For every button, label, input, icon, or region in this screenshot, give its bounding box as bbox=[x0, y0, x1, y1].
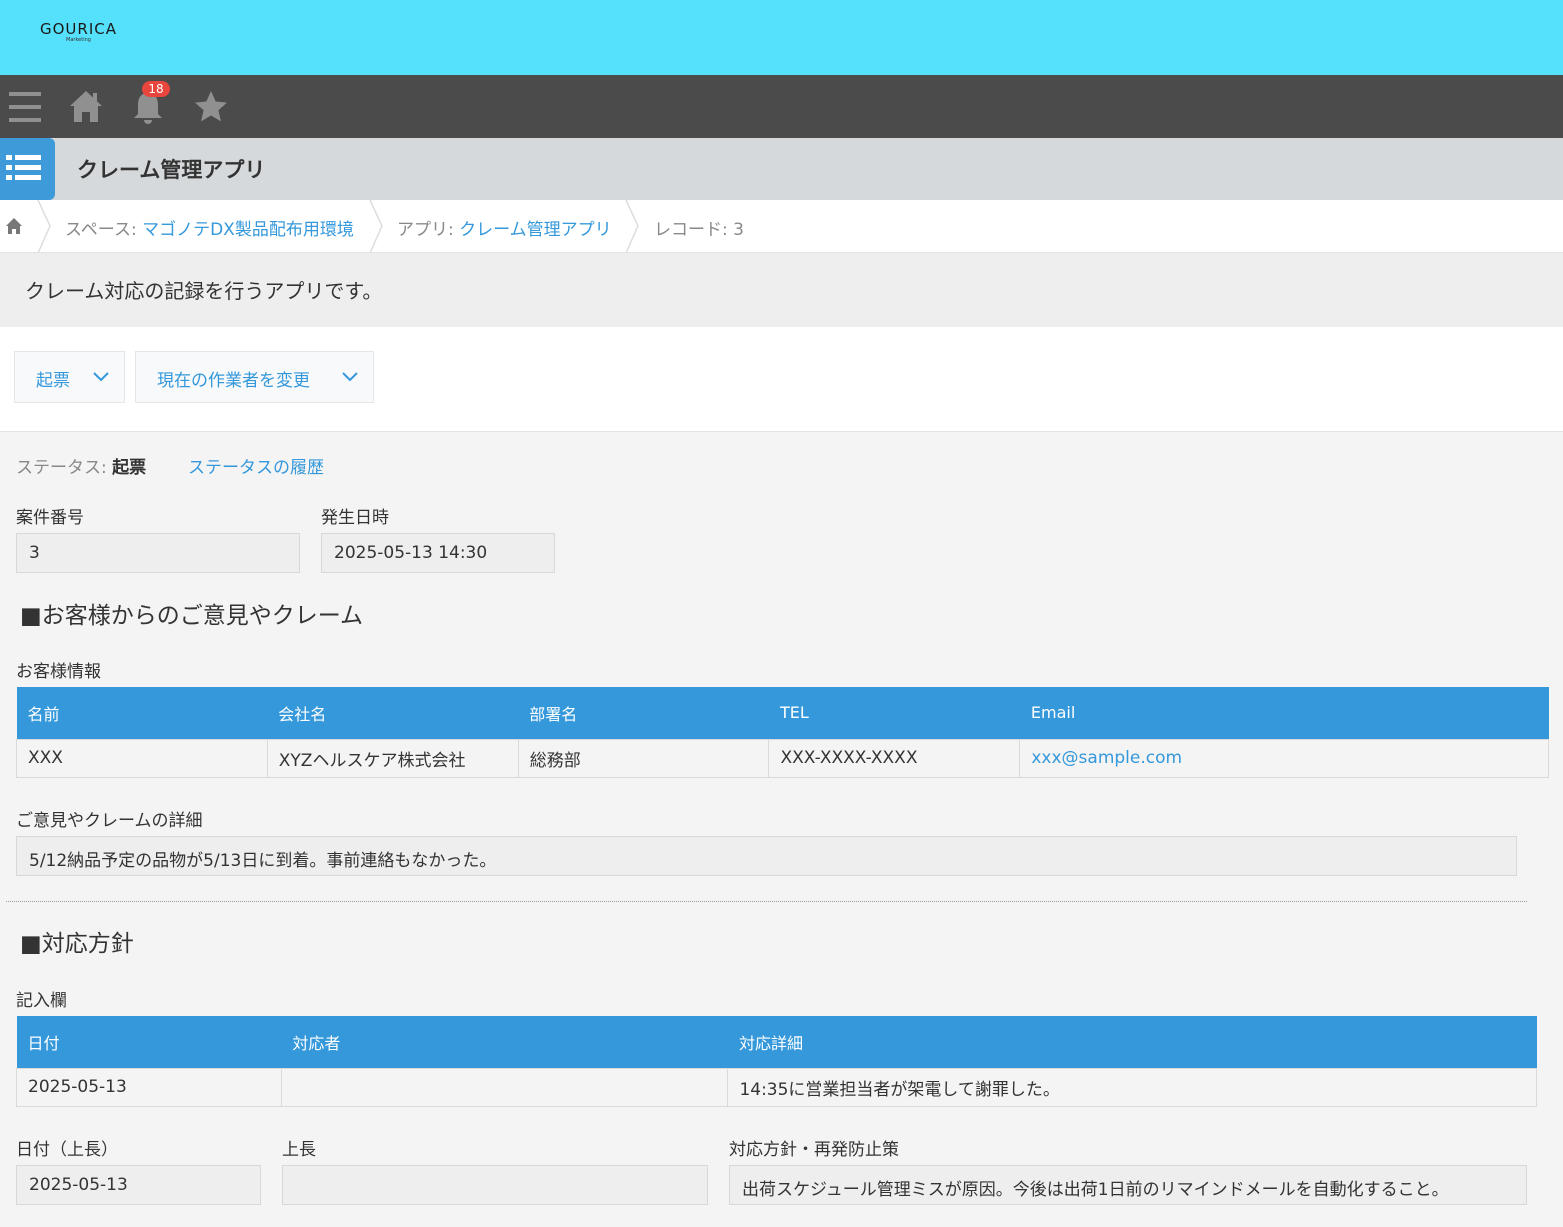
breadcrumb-home-icon[interactable] bbox=[5, 217, 23, 235]
gourica-logo[interactable]: GOURICA Marketing bbox=[40, 20, 117, 43]
breadcrumb-app-link[interactable]: クレーム管理アプリ bbox=[459, 220, 612, 240]
home-icon[interactable] bbox=[66, 87, 106, 127]
app-header: クレーム管理アプリ bbox=[0, 138, 1563, 200]
section-title-customer-feedback: ■お客様からのご意見やクレーム bbox=[20, 603, 364, 629]
process-action-button[interactable]: 起票 bbox=[14, 351, 125, 403]
menu-icon[interactable] bbox=[6, 87, 46, 127]
entries-table: 日付 対応者 対応詳細 2025-05-13 14:35に営業担当者が架電して謝… bbox=[16, 1016, 1537, 1107]
customer-info-table: 名前 会社名 部署名 TEL Email XXX XYZヘルスケア株式会社 総務… bbox=[16, 687, 1549, 778]
column-header: 対応詳細 bbox=[727, 1016, 1537, 1068]
global-navbar bbox=[0, 75, 1563, 138]
table-row: 2025-05-13 14:35に営業担当者が架電して謝罪した。 bbox=[16, 1067, 1537, 1107]
entry-date-cell: 2025-05-13 bbox=[16, 1067, 282, 1107]
logo-text: GOURICA bbox=[40, 20, 117, 38]
breadcrumb-separator bbox=[369, 200, 383, 253]
chevron-down-icon bbox=[342, 372, 358, 382]
email-link[interactable]: xxx@sample.com bbox=[1031, 748, 1182, 768]
case-number-field: 3 bbox=[16, 533, 300, 573]
tel-cell: XXX-XXXX-XXXX bbox=[768, 738, 1021, 778]
policy-field: 出荷スケジュール管理ミスが原因。今後は出荷1日前のリマインドメールを自動化するこ… bbox=[729, 1165, 1527, 1205]
supervisor-name-label: 上長 bbox=[282, 1140, 316, 1160]
customer-name-cell: XXX bbox=[16, 738, 268, 778]
column-header: 会社名 bbox=[267, 687, 519, 739]
customer-info-label: お客様情報 bbox=[16, 662, 101, 682]
column-header: 対応者 bbox=[281, 1016, 728, 1068]
change-assignee-label: 現在の作業者を変更 bbox=[157, 371, 310, 391]
breadcrumb-separator bbox=[37, 200, 51, 253]
entry-responder-cell bbox=[280, 1067, 729, 1107]
email-cell: xxx@sample.com bbox=[1019, 738, 1549, 778]
column-header: TEL bbox=[768, 687, 1020, 739]
breadcrumb-separator bbox=[625, 200, 639, 253]
case-number-label: 案件番号 bbox=[16, 508, 84, 528]
column-header: 名前 bbox=[16, 687, 268, 739]
column-header: Email bbox=[1019, 687, 1549, 739]
occurred-label: 発生日時 bbox=[321, 508, 389, 528]
breadcrumb-space[interactable]: スペース: マゴノテDX製品配布用環境 bbox=[65, 215, 354, 240]
status-prefix: ステータス: bbox=[16, 458, 113, 478]
detail-label: ご意見やクレームの詳細 bbox=[16, 811, 203, 831]
section-title-response-policy: ■対応方針 bbox=[20, 931, 134, 957]
app-title: クレーム管理アプリ bbox=[77, 158, 266, 182]
app-description-text: クレーム対応の記録を行うアプリです。 bbox=[25, 279, 383, 303]
table-header-row: 名前 会社名 部署名 TEL Email bbox=[16, 687, 1549, 739]
breadcrumb-space-prefix: スペース: bbox=[65, 220, 143, 240]
department-cell: 総務部 bbox=[517, 738, 770, 778]
status-value: 起票 bbox=[112, 458, 147, 478]
supervisor-name-field bbox=[282, 1165, 708, 1205]
chevron-down-icon bbox=[93, 372, 109, 382]
app-list-icon bbox=[0, 138, 55, 200]
breadcrumb-space-link[interactable]: マゴノテDX製品配布用環境 bbox=[142, 220, 354, 240]
process-action-bar: 起票 現在の作業者を変更 bbox=[0, 327, 1563, 432]
breadcrumb-app[interactable]: アプリ: クレーム管理アプリ bbox=[397, 215, 612, 240]
notification-count-badge: 18 bbox=[142, 81, 170, 97]
detail-field: 5/12納品予定の品物が5/13日に到着。事前連絡もなかった。 bbox=[16, 836, 1517, 876]
entry-detail-cell: 14:35に営業担当者が架電して謝罪した。 bbox=[727, 1067, 1537, 1107]
breadcrumb-app-prefix: アプリ: bbox=[397, 220, 460, 240]
app-description: クレーム対応の記録を行うアプリです。 bbox=[0, 253, 1563, 327]
breadcrumb-record: レコード: 3 bbox=[654, 220, 744, 240]
table-row: XXX XYZヘルスケア株式会社 総務部 XXX-XXXX-XXXX xxx@s… bbox=[16, 738, 1549, 778]
table-header-row: 日付 対応者 対応詳細 bbox=[16, 1016, 1537, 1068]
column-header: 日付 bbox=[16, 1016, 282, 1068]
status-history-link[interactable]: ステータスの履歴 bbox=[188, 453, 324, 478]
change-assignee-button[interactable]: 現在の作業者を変更 bbox=[135, 351, 374, 403]
brand-bar: GOURICA Marketing bbox=[0, 0, 1563, 75]
supervisor-date-label: 日付（上長） bbox=[16, 1140, 118, 1160]
column-header: 部署名 bbox=[518, 687, 769, 739]
process-action-label: 起票 bbox=[36, 371, 70, 391]
star-icon[interactable] bbox=[191, 87, 231, 127]
supervisor-date-field: 2025-05-13 bbox=[16, 1165, 261, 1205]
policy-label: 対応方針・再発防止策 bbox=[729, 1140, 899, 1160]
breadcrumb: スペース: マゴノテDX製品配布用環境 アプリ: クレーム管理アプリ レコード:… bbox=[0, 200, 1563, 253]
status-indicator: ステータス: 起票 bbox=[16, 453, 146, 478]
occurred-field: 2025-05-13 14:30 bbox=[321, 533, 555, 573]
section-divider bbox=[6, 901, 1527, 902]
entries-label: 記入欄 bbox=[16, 991, 67, 1011]
company-cell: XYZヘルスケア株式会社 bbox=[266, 738, 519, 778]
